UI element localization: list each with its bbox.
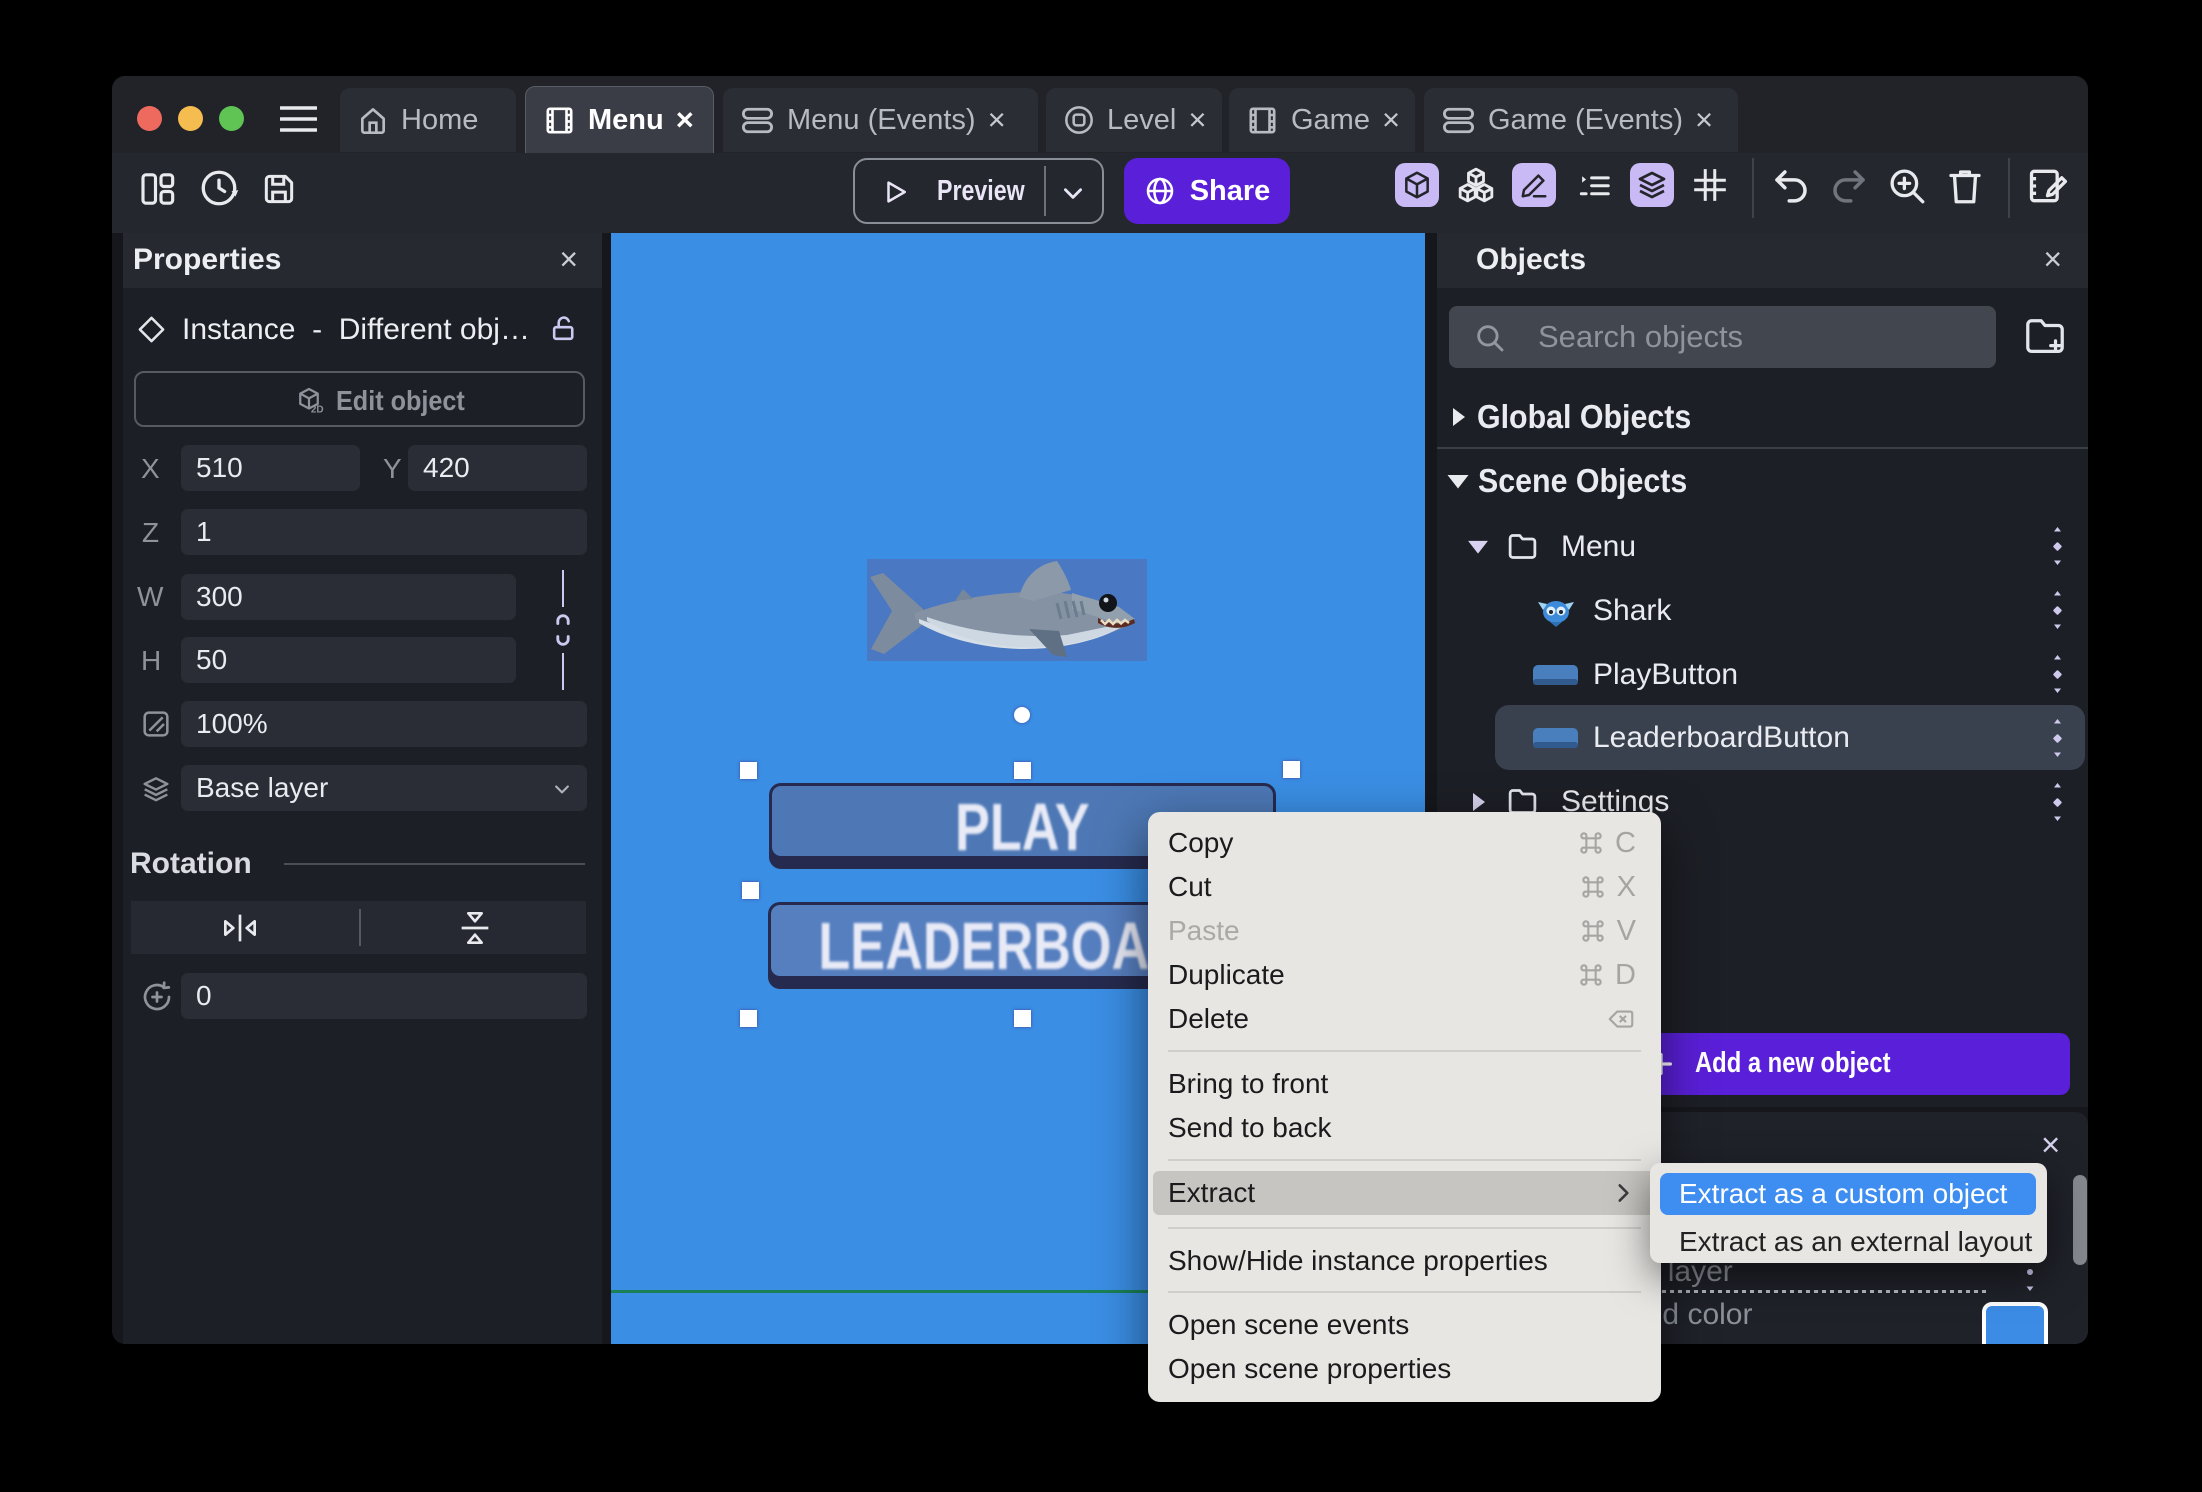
svg-text:2D: 2D: [311, 405, 324, 416]
